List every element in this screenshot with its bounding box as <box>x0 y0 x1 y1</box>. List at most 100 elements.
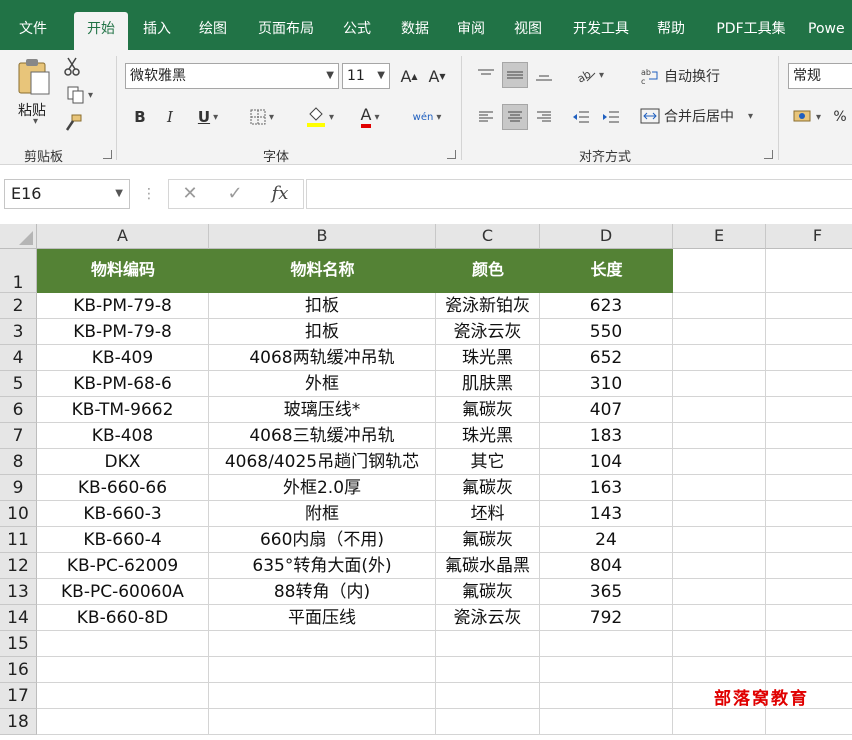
increase-font-button[interactable]: A ▲ <box>398 64 420 88</box>
cell-d9[interactable]: 163 <box>540 475 673 501</box>
align-top-button[interactable] <box>474 62 498 88</box>
cell-d6[interactable]: 407 <box>540 397 673 423</box>
cell-c18[interactable] <box>436 709 540 735</box>
tab-view[interactable]: 视图 <box>505 12 551 50</box>
row-header-11[interactable]: 11 <box>0 527 37 553</box>
borders-button[interactable]: ▾ <box>244 106 280 128</box>
font-launcher-icon[interactable] <box>447 150 456 159</box>
row-header-7[interactable]: 7 <box>0 423 37 449</box>
cell-f1[interactable] <box>766 249 852 293</box>
cell-b13[interactable]: 88转角（内) <box>209 579 436 605</box>
cell-c7[interactable]: 珠光黑 <box>436 423 540 449</box>
cell-e9[interactable] <box>673 475 766 501</box>
cell-c14[interactable]: 瓷泳云灰 <box>436 605 540 631</box>
column-header-b[interactable]: B <box>209 224 436 249</box>
cell-e18[interactable] <box>673 709 766 735</box>
cell-c5[interactable]: 肌肤黑 <box>436 371 540 397</box>
cell-f13[interactable] <box>766 579 852 605</box>
tab-power[interactable]: Powe <box>808 12 852 50</box>
cell-e13[interactable] <box>673 579 766 605</box>
cell-e7[interactable] <box>673 423 766 449</box>
row-header-6[interactable]: 6 <box>0 397 37 423</box>
cell-a11[interactable]: KB-660-4 <box>37 527 209 553</box>
row-header-13[interactable]: 13 <box>0 579 37 605</box>
row-header-8[interactable]: 8 <box>0 449 37 475</box>
row-header-2[interactable]: 2 <box>0 293 37 319</box>
cell-f9[interactable] <box>766 475 852 501</box>
cell-d4[interactable]: 652 <box>540 345 673 371</box>
font-name-combo[interactable]: 微软雅黑 ▼ <box>125 63 339 89</box>
column-header-e[interactable]: E <box>673 224 766 249</box>
cell-e2[interactable] <box>673 293 766 319</box>
accounting-format-button[interactable]: ▾ <box>790 104 824 130</box>
cell-b10[interactable]: 附框 <box>209 501 436 527</box>
row-header-1[interactable]: 1 <box>0 249 37 293</box>
header-cell[interactable]: 物料编码 <box>37 249 209 293</box>
format-painter-button[interactable] <box>62 112 84 134</box>
increase-indent-button[interactable] <box>598 104 624 130</box>
tab-home[interactable]: 开始 <box>74 12 128 50</box>
enter-icon[interactable]: ✓ <box>220 179 250 209</box>
header-cell[interactable]: 物料名称 <box>209 249 436 293</box>
cell-f8[interactable] <box>766 449 852 475</box>
cell-d3[interactable]: 550 <box>540 319 673 345</box>
phonetic-button[interactable]: wén ▾ <box>406 104 448 130</box>
paste-button[interactable]: 粘贴 ▾ <box>12 58 56 128</box>
cell-d13[interactable]: 365 <box>540 579 673 605</box>
cell-c15[interactable] <box>436 631 540 657</box>
cell-f6[interactable] <box>766 397 852 423</box>
cell-c9[interactable]: 氟碳灰 <box>436 475 540 501</box>
row-header-4[interactable]: 4 <box>0 345 37 371</box>
column-header-c[interactable]: C <box>436 224 540 249</box>
tab-help[interactable]: 帮助 <box>648 12 694 50</box>
tab-insert[interactable]: 插入 <box>134 12 180 50</box>
cell-c3[interactable]: 瓷泳云灰 <box>436 319 540 345</box>
row-header-17[interactable]: 17 <box>0 683 37 709</box>
cell-f3[interactable] <box>766 319 852 345</box>
cell-e4[interactable] <box>673 345 766 371</box>
cell-a3[interactable]: KB-PM-79-8 <box>37 319 209 345</box>
cell-e8[interactable] <box>673 449 766 475</box>
font-size-combo[interactable]: 11 ▼ <box>342 63 390 89</box>
row-header-10[interactable]: 10 <box>0 501 37 527</box>
cell-b11[interactable]: 660内扇（不用) <box>209 527 436 553</box>
cell-b9[interactable]: 外框2.0厚 <box>209 475 436 501</box>
cell-a17[interactable] <box>37 683 209 709</box>
cell-c16[interactable] <box>436 657 540 683</box>
cell-f4[interactable] <box>766 345 852 371</box>
cell-a10[interactable]: KB-660-3 <box>37 501 209 527</box>
cell-c10[interactable]: 坯料 <box>436 501 540 527</box>
cell-a7[interactable]: KB-408 <box>37 423 209 449</box>
cell-c13[interactable]: 氟碳灰 <box>436 579 540 605</box>
cell-c4[interactable]: 珠光黑 <box>436 345 540 371</box>
cell-f7[interactable] <box>766 423 852 449</box>
row-header-5[interactable]: 5 <box>0 371 37 397</box>
tab-pdf-tools[interactable]: PDF工具集 <box>706 12 796 50</box>
clipboard-launcher-icon[interactable] <box>103 150 112 159</box>
header-cell[interactable]: 长度 <box>540 249 673 293</box>
align-middle-button[interactable] <box>502 62 528 88</box>
cell-a12[interactable]: KB-PC-62009 <box>37 553 209 579</box>
cell-b3[interactable]: 扣板 <box>209 319 436 345</box>
cancel-icon[interactable]: ✕ <box>175 179 205 209</box>
cell-a15[interactable] <box>37 631 209 657</box>
row-header-18[interactable]: 18 <box>0 709 37 735</box>
cell-f18[interactable] <box>766 709 852 735</box>
row-header-14[interactable]: 14 <box>0 605 37 631</box>
align-center-button[interactable] <box>502 104 528 130</box>
tab-draw[interactable]: 绘图 <box>190 12 236 50</box>
cell-e5[interactable] <box>673 371 766 397</box>
column-header-a[interactable]: A <box>37 224 209 249</box>
cell-a18[interactable] <box>37 709 209 735</box>
cell-d8[interactable]: 104 <box>540 449 673 475</box>
cell-d14[interactable]: 792 <box>540 605 673 631</box>
cell-a4[interactable]: KB-409 <box>37 345 209 371</box>
cell-d15[interactable] <box>540 631 673 657</box>
cell-b6[interactable]: 玻璃压线* <box>209 397 436 423</box>
tab-formulas[interactable]: 公式 <box>334 12 380 50</box>
cell-b8[interactable]: 4068/4025吊趟门钢轨芯 <box>209 449 436 475</box>
tab-review[interactable]: 审阅 <box>448 12 494 50</box>
cell-c6[interactable]: 氟碳灰 <box>436 397 540 423</box>
cell-b16[interactable] <box>209 657 436 683</box>
cell-d7[interactable]: 183 <box>540 423 673 449</box>
